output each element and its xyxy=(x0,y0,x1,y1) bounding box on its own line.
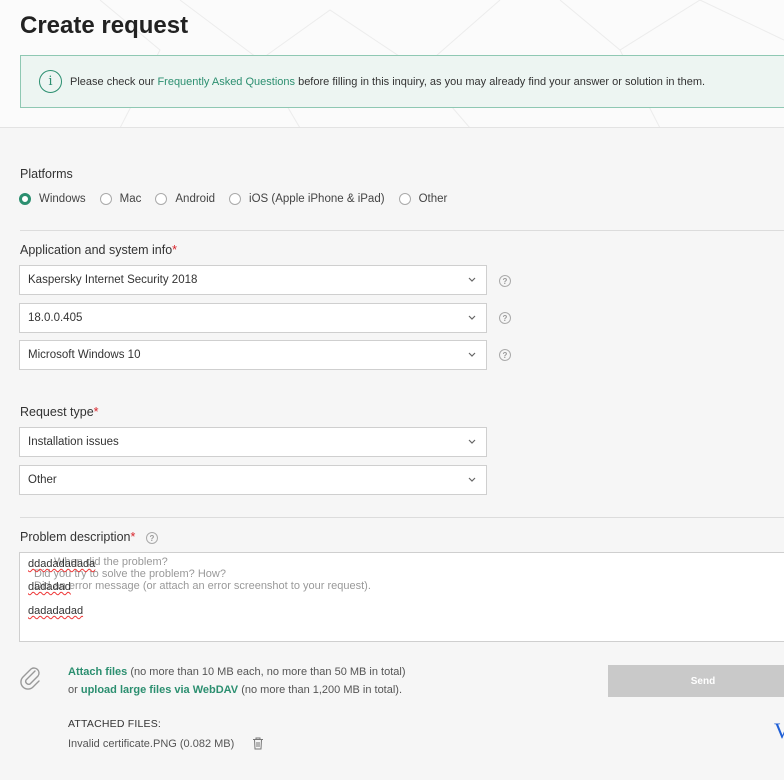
radio-unchecked-icon xyxy=(398,193,411,205)
request-type-label: Request type* xyxy=(20,405,99,419)
radio-checked-icon xyxy=(19,193,31,205)
attached-files-heading: ATTACHED FILES: xyxy=(68,718,162,730)
chevron-down-icon xyxy=(468,439,476,444)
section-divider xyxy=(20,230,784,231)
platform-radio-ios[interactable]: iOS (Apple iPhone & iPad) xyxy=(229,193,385,205)
chevron-down-icon xyxy=(468,477,476,482)
send-button[interactable]: Send xyxy=(608,665,784,697)
radio-unchecked-icon xyxy=(99,193,112,205)
platform-radio-other[interactable]: Other xyxy=(398,193,447,205)
version-select[interactable]: 18.0.0.405 xyxy=(19,303,487,333)
platform-radio-mac[interactable]: Mac xyxy=(99,193,141,205)
typed-line: dadadad xyxy=(28,581,71,593)
attach-files-line: Attach files (no more than 10 MB each, n… xyxy=(68,666,406,678)
platform-radio-group: Windows Mac Android iOS (Apple iPhone & … xyxy=(19,193,461,205)
platforms-label: Platforms xyxy=(20,167,73,181)
chevron-down-icon xyxy=(468,352,476,357)
chevron-down-icon xyxy=(468,277,476,282)
page-title: Create request xyxy=(20,12,189,39)
product-select[interactable]: Kaspersky Internet Security 2018 xyxy=(19,265,487,295)
help-icon[interactable]: ? xyxy=(499,349,511,361)
edge-partial-logo: V xyxy=(774,718,784,743)
help-icon[interactable]: ? xyxy=(499,275,511,287)
radio-unchecked-icon xyxy=(229,193,242,205)
platform-radio-android[interactable]: Android xyxy=(155,193,215,205)
notice-text: Please check our Frequently Asked Questi… xyxy=(70,75,706,88)
attached-file-name: Invalid certificate.PNG (0.082 MB) xyxy=(68,737,235,750)
request-category-select[interactable]: Installation issues xyxy=(19,427,487,457)
chevron-down-icon xyxy=(468,315,476,320)
webdav-upload-link[interactable]: upload large files via WebDAV xyxy=(81,684,238,696)
platform-radio-windows[interactable]: Windows xyxy=(19,193,86,205)
help-icon[interactable]: ? xyxy=(146,532,158,544)
help-icon[interactable]: ? xyxy=(499,312,511,324)
placeholder-line: Did an error message (or attach an error… xyxy=(34,580,371,592)
os-select[interactable]: Microsoft Windows 10 xyxy=(19,340,487,370)
typed-line: ddadadadada xyxy=(28,558,96,570)
problem-description-textarea[interactable]: When did the problem? Did you try to sol… xyxy=(19,552,784,642)
paperclip-icon xyxy=(20,667,40,690)
attach-files-link[interactable]: Attach files xyxy=(68,666,127,678)
request-subcategory-select[interactable]: Other xyxy=(19,465,487,495)
section-divider xyxy=(20,517,784,518)
problem-label: Problem description* xyxy=(20,530,136,544)
faq-link[interactable]: Frequently Asked Questions xyxy=(157,76,295,88)
attached-file-row: Invalid certificate.PNG (0.082 MB) xyxy=(68,737,264,750)
info-icon: i xyxy=(39,70,62,93)
app-info-label: Application and system info* xyxy=(20,243,178,257)
page-header: Create request i Please check our Freque… xyxy=(0,0,784,128)
trash-icon[interactable] xyxy=(252,737,264,750)
radio-unchecked-icon xyxy=(155,193,168,205)
webdav-line: or upload large files via WebDAV (no mor… xyxy=(68,684,403,696)
typed-line: dadadadad xyxy=(28,605,84,617)
faq-notice: i Please check our Frequently Asked Ques… xyxy=(20,55,784,108)
